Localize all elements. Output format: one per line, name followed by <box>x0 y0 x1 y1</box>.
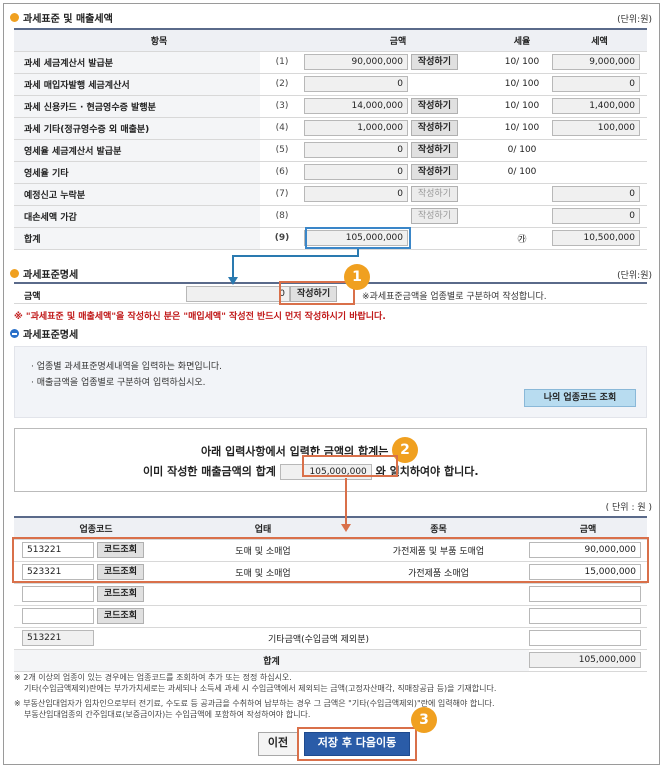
red-arrowhead <box>341 524 351 532</box>
flow-arrows <box>228 249 359 532</box>
blue-flow-arrow <box>232 249 359 280</box>
blue-arrowhead <box>228 277 238 285</box>
